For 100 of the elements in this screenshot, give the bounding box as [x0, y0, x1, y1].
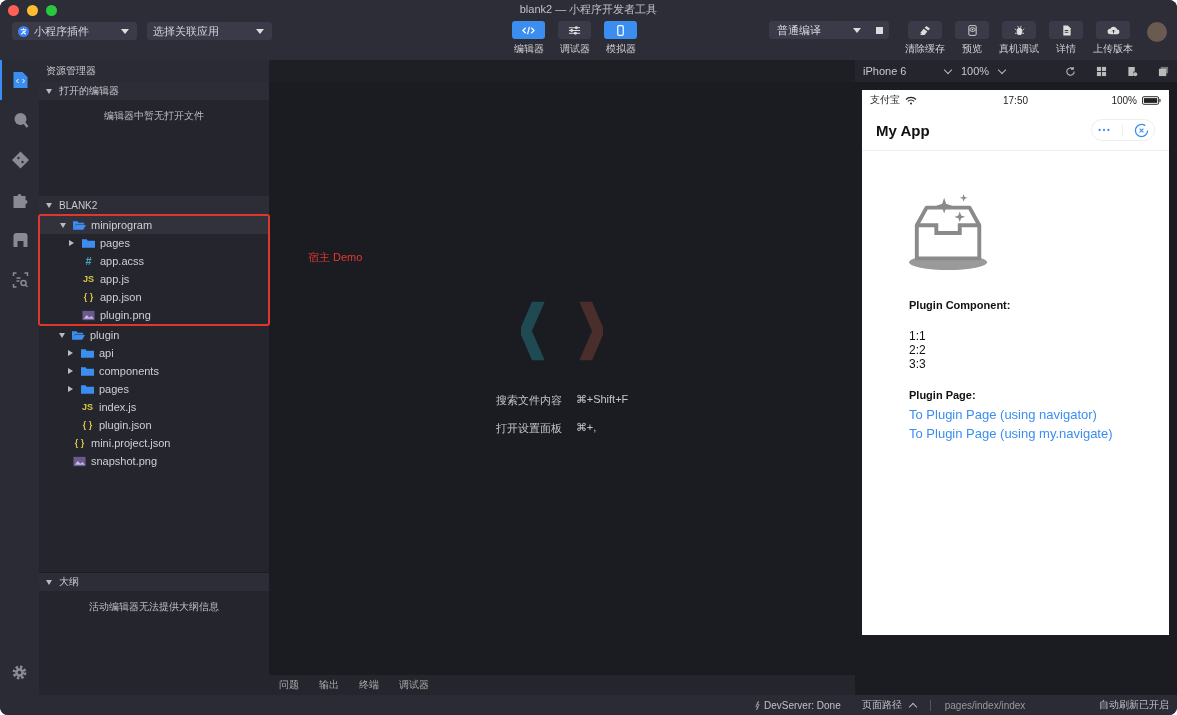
action-label: 预览	[962, 42, 982, 56]
caret-icon	[256, 28, 264, 34]
section-header[interactable]: 大纲	[39, 573, 269, 591]
shortcut-label: 搜索文件内容	[495, 393, 560, 408]
window-title: blank2 — 小程序开发者工具	[519, 1, 658, 17]
file-type-icon: #	[82, 255, 95, 267]
folder-icon	[72, 329, 85, 341]
action-label: 详情	[1056, 42, 1076, 56]
action-label: 上传版本	[1093, 42, 1133, 56]
project-dropdown[interactable]: 小程序插件	[12, 22, 137, 40]
file-type-icon: { }	[82, 292, 95, 302]
storefront-icon	[12, 231, 29, 249]
section-heading: Plugin Page:	[909, 389, 977, 401]
settings-icon[interactable]	[11, 664, 28, 681]
bug-icon	[1012, 24, 1026, 36]
file-type-icon: { }	[73, 438, 86, 448]
section-heading: Plugin Component:	[909, 299, 1012, 311]
section-header[interactable]: 打开的编辑器	[39, 82, 269, 100]
tree-item[interactable]: miniprogram	[40, 216, 268, 234]
zoom-button[interactable]	[46, 5, 57, 16]
folder-icon	[81, 365, 94, 377]
image-file-icon	[82, 309, 95, 321]
lightning-icon	[755, 700, 760, 710]
app-logo-icon	[18, 25, 29, 37]
empty-message: 活动编辑器无法提供大纲信息	[89, 600, 219, 614]
tree-item[interactable]: pages	[39, 380, 269, 398]
folder-icon	[81, 383, 94, 395]
tree-item[interactable]: pages	[40, 234, 268, 252]
page-path-toggle[interactable]: 页面路径	[861, 698, 916, 712]
tree-item[interactable]: JS app.js	[40, 270, 268, 288]
panel-tab[interactable]: 终端	[359, 678, 379, 692]
tree-item[interactable]: plugin	[39, 326, 269, 344]
cloud-upload-icon	[1106, 24, 1120, 36]
preview-icon	[965, 24, 979, 36]
close-icon[interactable]	[1133, 122, 1149, 138]
page-path: pages/index/index	[944, 699, 1026, 711]
phone-icon	[614, 24, 627, 36]
battery-icon	[1142, 95, 1161, 105]
tree-item[interactable]: api	[39, 344, 269, 362]
tree-item[interactable]: snapshot.png	[39, 452, 269, 470]
page-title: My App	[876, 121, 930, 139]
mode-label: 模拟器	[605, 42, 636, 56]
annotation-label: 宿主 Demo	[308, 250, 363, 265]
auto-refresh-status: 自动刷新已开启	[1099, 698, 1169, 712]
shortcut-label: 打开设置面板	[495, 421, 560, 436]
mode-label: 编辑器	[513, 42, 544, 56]
folder-icon	[81, 347, 94, 359]
action-label: 清除缓存	[905, 42, 945, 56]
panel-tab[interactable]: 问题	[279, 678, 299, 692]
tree-item[interactable]: { } plugin.json	[39, 416, 269, 434]
tree-item[interactable]: components	[39, 362, 269, 380]
section-header[interactable]: BLANK2	[39, 196, 269, 214]
bug-button[interactable]	[1002, 21, 1036, 39]
empty-message: 编辑器中暂无打开文件	[104, 109, 204, 123]
tree-item[interactable]: { } mini.project.json	[39, 434, 269, 452]
puzzle-icon	[12, 191, 29, 209]
tree-item[interactable]: { } app.json	[40, 288, 268, 306]
clock: 17:50	[1003, 94, 1028, 106]
mode-label: 调试器	[559, 42, 590, 56]
scan-search-icon	[12, 271, 29, 289]
panel-tab[interactable]: 输出	[319, 678, 339, 692]
image-file-icon	[73, 455, 86, 467]
folder-icon	[73, 219, 86, 231]
result-line: 2:2	[909, 343, 927, 357]
doc-button[interactable]	[1049, 21, 1083, 39]
shortcut-keys: ⌘+,	[575, 421, 597, 436]
brush-icon	[918, 24, 932, 36]
shortcut-keys: ⌘+Shift+F	[575, 393, 629, 408]
refresh-icon[interactable]	[1065, 65, 1076, 77]
caret-icon	[853, 27, 861, 33]
upload-button[interactable]	[1096, 21, 1130, 39]
logo-icon	[521, 301, 603, 361]
file-type-icon: JS	[82, 274, 95, 284]
page-settings-icon[interactable]	[1127, 65, 1138, 77]
mode-button[interactable]	[558, 21, 591, 39]
file-type-icon: { }	[81, 420, 94, 430]
tree-item[interactable]: JS index.js	[39, 398, 269, 416]
preview-button[interactable]	[955, 21, 989, 39]
close-button[interactable]	[8, 5, 19, 16]
zoom-dropdown[interactable]: 100%	[961, 65, 1006, 77]
action-label: 真机调试	[999, 42, 1039, 56]
result-line: 1:1	[909, 329, 927, 343]
tree-item[interactable]: # app.acss	[40, 252, 268, 270]
folder-icon	[82, 237, 95, 249]
app-dropdown[interactable]: 选择关联应用	[147, 22, 272, 40]
file-code-icon	[12, 71, 29, 89]
windows-icon[interactable]	[1158, 65, 1169, 77]
more-icon[interactable]	[1097, 128, 1112, 132]
grid-icon[interactable]	[1096, 65, 1107, 77]
carrier-label: 支付宝	[870, 93, 900, 107]
tree-item[interactable]: plugin.png	[40, 306, 268, 324]
caret-icon	[121, 28, 129, 34]
devserver-status-text: DevServer: Done	[764, 699, 841, 711]
file-type-icon: JS	[81, 402, 94, 412]
code-icon	[522, 24, 535, 36]
brush-button[interactable]	[908, 21, 942, 39]
sliders-icon	[568, 24, 581, 36]
panel-tab[interactable]: 调试器	[399, 678, 429, 692]
device-dropdown[interactable]: iPhone 6	[863, 65, 951, 77]
minimize-button[interactable]	[27, 5, 38, 16]
